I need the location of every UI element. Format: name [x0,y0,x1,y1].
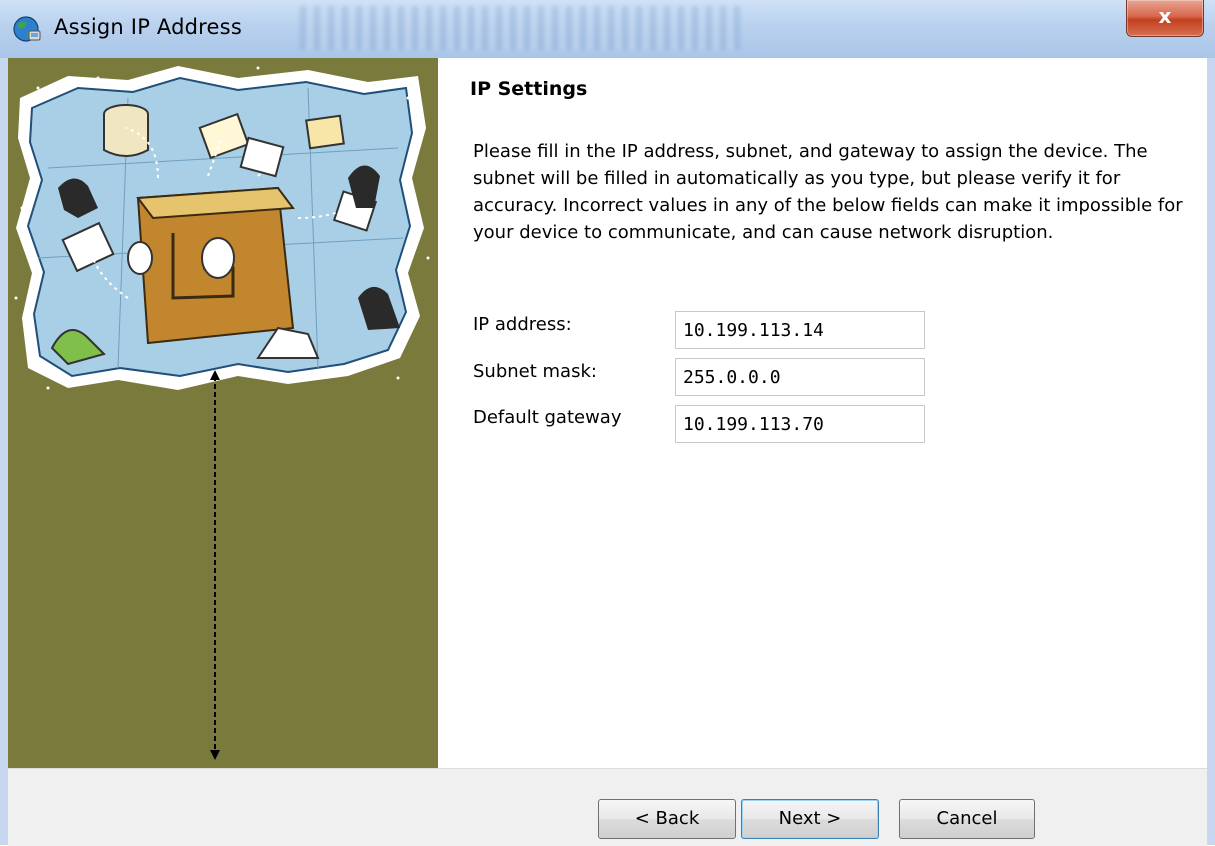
default-gateway-input[interactable] [675,405,925,443]
default-gateway-label: Default gateway [473,407,622,428]
dialog-client-area: IP Settings Please fill in the IP addres… [8,58,1207,846]
title-bar[interactable]: Assign IP Address x [0,0,1215,58]
dialog-window: Assign IP Address x IP Settings Please f… [0,0,1215,846]
globe-network-icon [13,16,41,42]
window-title: Assign IP Address [54,15,242,39]
subnet-mask-label: Subnet mask: [473,361,597,382]
subnet-mask-input[interactable] [675,358,925,396]
back-button[interactable]: < Back [598,799,736,839]
close-button[interactable]: x [1126,0,1204,37]
content-panel: IP Settings Please fill in the IP addres… [438,58,1207,768]
button-bar: < Back Next > Cancel [8,768,1207,846]
side-panel [8,58,438,768]
page-description: Please fill in the IP address, subnet, a… [473,141,1183,243]
ip-address-label: IP address: [473,314,572,335]
page-title: IP Settings [470,78,588,100]
next-button[interactable]: Next > [741,799,879,839]
vertical-dashed-arrow [210,370,220,760]
cancel-button[interactable]: Cancel [899,799,1035,839]
titlebar-glass [300,6,740,50]
ip-address-input[interactable] [675,311,925,349]
network-collage-illustration [14,66,430,390]
